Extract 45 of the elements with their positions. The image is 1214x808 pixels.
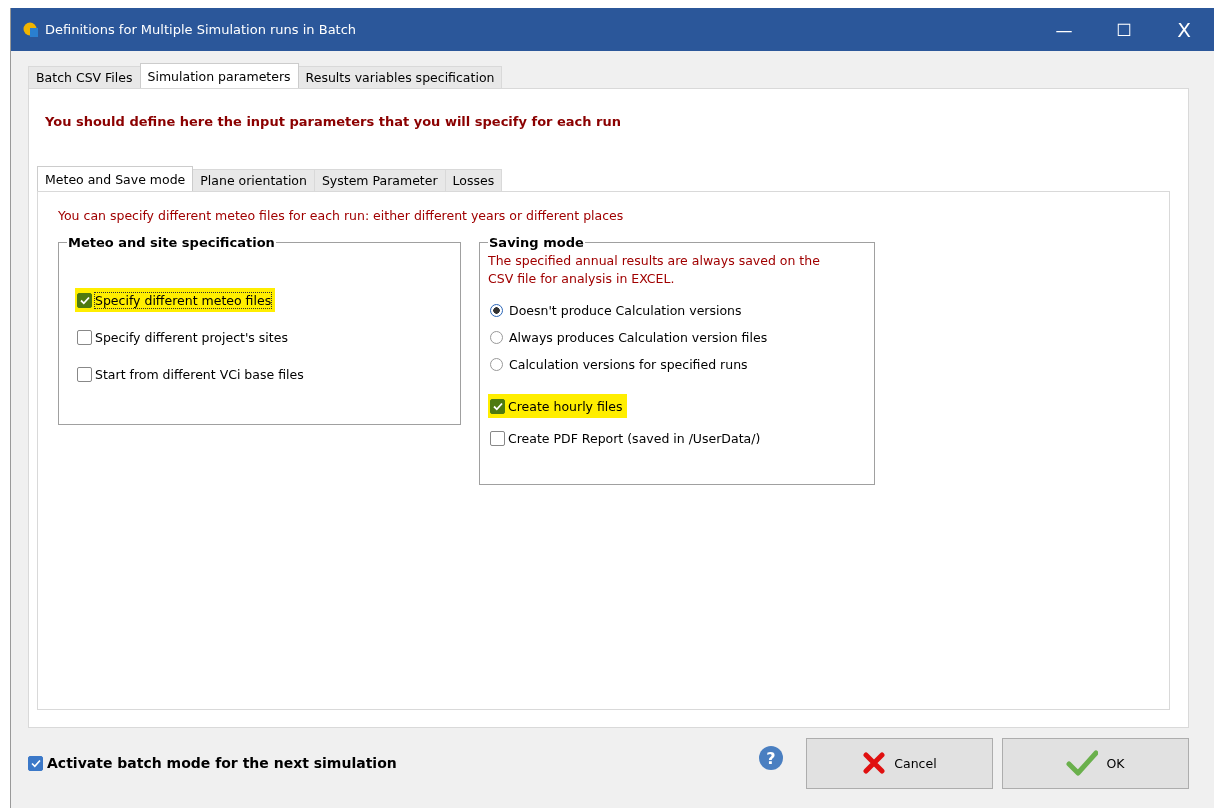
checkbox-option[interactable]: Create PDF Report (saved in /UserData/) (488, 426, 765, 450)
option-label: Always produces Calculation version files (509, 329, 768, 345)
close-button[interactable]: X (1154, 8, 1214, 51)
checkbox-option[interactable]: Create hourly files (488, 394, 627, 418)
group-title: Meteo and site specification (67, 235, 276, 250)
tab[interactable]: Plane orientation (192, 169, 315, 191)
description-text: The specified annual results are always saved on the CSV file for analysis in EXCEL. (488, 252, 821, 288)
checkbox-option[interactable]: Start from different VCi base files (75, 362, 308, 386)
intro-text: You should define here the input parameters that you will specify for each run (45, 114, 622, 131)
option-label: Create PDF Report (saved in /UserData/) (508, 430, 761, 446)
tab[interactable]: Simulation parameters (139, 63, 299, 88)
cancel-button[interactable]: Cancel (806, 737, 993, 789)
window-title: Definitions for Multiple Simulation runs in Batch (45, 22, 357, 37)
checkbox[interactable] (490, 430, 505, 446)
checkbox-option[interactable]: Specify different meteo files (75, 288, 276, 312)
checkbox[interactable] (77, 292, 92, 308)
tab[interactable]: Batch CSV Files (28, 66, 141, 88)
maximize-button[interactable]: ☐ (1094, 8, 1154, 51)
tab[interactable]: Losses (444, 169, 503, 191)
cross-icon (862, 751, 887, 775)
minimize-button[interactable]: — (1034, 8, 1094, 51)
radio-button[interactable] (490, 303, 503, 317)
option-label: Specify different project's sites (95, 329, 288, 345)
checkbox[interactable] (77, 366, 92, 382)
option-label: Start from different VCi base files (95, 366, 304, 382)
radio-button[interactable] (490, 357, 503, 371)
checkbox[interactable] (28, 755, 43, 771)
radio-button[interactable] (490, 330, 503, 344)
group-title: Saving mode (488, 235, 585, 250)
ok-button[interactable]: OK (1002, 737, 1189, 789)
note-text: You can specify different meteo files for each run: either different years or different places (58, 208, 625, 223)
option-label: Specify different meteo files (95, 292, 272, 308)
checkbox[interactable] (490, 398, 505, 414)
option-label: Calculation versions for specified runs (509, 356, 748, 372)
app-icon (23, 21, 39, 38)
checkbox-option[interactable]: Specify different project's sites (75, 325, 292, 349)
tab[interactable]: Results variables specification (297, 66, 503, 88)
tab[interactable]: Meteo and Save mode (37, 166, 194, 191)
option-label: Create hourly files (508, 398, 623, 414)
checkbox[interactable] (77, 329, 92, 345)
help-icon[interactable]: ? (759, 746, 783, 770)
checkbox-label: Activate batch mode for the next simulation (47, 755, 397, 771)
option-label: Doesn't produce Calculation versions (509, 302, 742, 318)
tab[interactable]: System Parameter (313, 169, 446, 191)
checkmark-icon (1066, 750, 1099, 776)
